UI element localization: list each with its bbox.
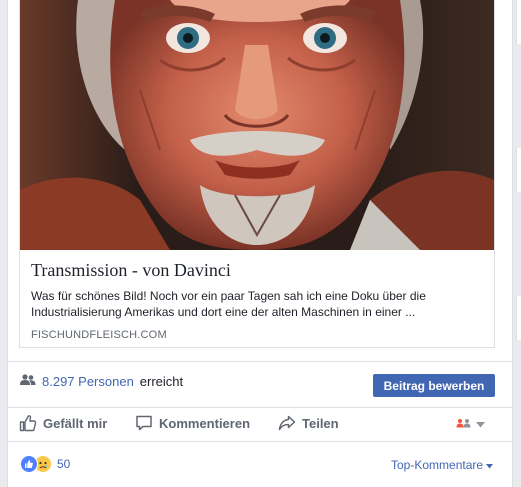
reach-count[interactable]: 8.297 Personen <box>42 374 134 389</box>
like-label: Gefällt mir <box>43 415 108 431</box>
feed-post: Transmission - von Davinci Was für schön… <box>7 0 513 487</box>
link-title[interactable]: Transmission - von Davinci <box>31 259 487 281</box>
comment-label: Kommentieren <box>159 415 251 431</box>
portrait-artwork <box>20 0 494 250</box>
audience-selector[interactable] <box>456 418 485 431</box>
action-bar: Gefällt mir Kommentieren Teilen <box>8 408 512 441</box>
adjacent-card <box>516 148 521 192</box>
background-edge <box>513 0 521 487</box>
share-label: Teilen <box>302 415 339 431</box>
like-button[interactable]: Gefällt mir <box>19 414 107 432</box>
share-button[interactable]: Teilen <box>278 414 339 432</box>
reactions-bar: 50 Top-Kommentare <box>8 450 512 478</box>
reach-info: 8.297 Personen erreicht <box>20 374 183 389</box>
reach-label: erreicht <box>139 374 184 389</box>
share-arrow-icon <box>278 414 296 432</box>
link-description: Was für schönes Bild! Noch vor ein paar … <box>31 289 426 319</box>
comment-sort-label: Top-Kommentare <box>391 458 484 472</box>
caret-down-icon <box>476 419 485 431</box>
divider <box>8 441 512 442</box>
comment-sort-dropdown[interactable]: Top-Kommentare <box>391 458 494 472</box>
link-preview-card[interactable]: Transmission - von Davinci Was für schön… <box>19 0 495 348</box>
reaction-count: 50 <box>57 457 71 471</box>
reaction-summary[interactable]: 50 <box>20 455 70 473</box>
adjacent-card <box>516 0 521 44</box>
divider <box>8 361 512 362</box>
people-icon <box>20 374 36 389</box>
caret-down-icon <box>486 458 494 472</box>
comment-bubble-icon <box>135 414 153 432</box>
audience-friends-icon <box>456 418 472 431</box>
comment-button[interactable]: Kommentieren <box>135 414 250 432</box>
adjacent-card <box>516 296 521 340</box>
link-preview-image[interactable] <box>20 0 494 250</box>
like-thumb-icon <box>19 414 37 432</box>
like-reaction-icon <box>20 455 38 473</box>
promote-post-button[interactable]: Beitrag bewerben <box>373 374 495 397</box>
link-domain: FISCHUNDFLEISCH.COM <box>31 329 167 341</box>
